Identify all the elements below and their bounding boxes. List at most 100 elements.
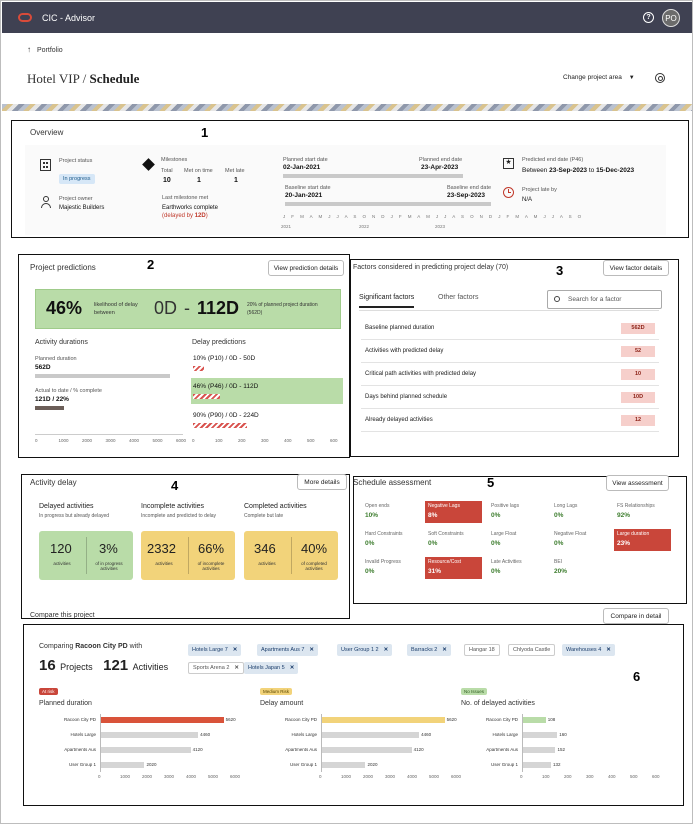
filter-chip[interactable]: Chlyoda Castle xyxy=(508,644,556,656)
more-details-button[interactable]: More details xyxy=(297,474,347,490)
completed-activities-card[interactable]: 346 activities 40% of completed activiti… xyxy=(244,531,338,580)
filter-chip[interactable]: Hotels Japan 5 ✕ xyxy=(244,662,299,674)
chart-bar xyxy=(100,732,199,738)
assessment-cell[interactable]: FS Relationships 92% xyxy=(614,501,671,523)
filter-chip[interactable]: Apartments Aus 7 ✕ xyxy=(257,644,319,656)
marker-1: 1 xyxy=(201,125,209,140)
assessment-cell[interactable]: Resource/Cost 31% xyxy=(425,557,482,579)
filter-chip[interactable]: Hangar 18 xyxy=(464,644,500,656)
decorative-banner xyxy=(2,104,692,111)
assessment-cell[interactable]: Late Activities 0% xyxy=(488,557,545,579)
person-icon xyxy=(41,196,51,208)
filter-chip[interactable]: User Group 1 2 ✕ xyxy=(337,644,393,656)
planned-duration-bar xyxy=(35,374,170,378)
timeline-months: J F M A M J J A S O N D J F M A M J J A … xyxy=(283,214,584,219)
close-icon[interactable]: ✕ xyxy=(233,647,238,653)
filter-chip[interactable]: Hotels Large 7 ✕ xyxy=(188,644,242,656)
breadcrumb-portfolio[interactable]: Portfolio xyxy=(37,47,63,54)
assessment-cell[interactable]: Hard Constraints 0% xyxy=(362,529,419,551)
help-icon[interactable]: ? xyxy=(643,12,654,23)
axis-tick-label: 100 xyxy=(215,438,223,443)
view-prediction-details-button[interactable]: View prediction details xyxy=(268,260,344,276)
factor-row: Critical path activities with predicted … xyxy=(361,364,659,386)
incomplete-pct: 66% xyxy=(198,541,225,556)
filter-chip[interactable]: Sports Arena 2 ✕ xyxy=(188,662,244,674)
project-owner-label: Project owner xyxy=(59,196,93,202)
chip-label: Chlyoda Castle xyxy=(513,647,551,653)
change-project-area-button[interactable]: Change project area ▼ xyxy=(563,74,635,81)
oracle-logo-icon[interactable] xyxy=(18,13,32,22)
delayed-pct: 3% xyxy=(99,541,118,556)
axis-tick-label: 3000 xyxy=(164,774,175,779)
axis-tick-label: 1000 xyxy=(341,774,352,779)
filter-chip[interactable]: Barracks 2 ✕ xyxy=(407,644,451,656)
assessment-value: 0% xyxy=(365,568,375,575)
assessment-name: Resource/Cost xyxy=(428,559,462,565)
chart-bar xyxy=(522,747,556,753)
axis-tick-label: 300 xyxy=(261,438,269,443)
axis-tick-label: 0 xyxy=(520,774,523,779)
chart-title: Planned duration xyxy=(39,700,92,707)
close-icon[interactable]: ✕ xyxy=(606,647,611,653)
assessment-cell[interactable]: Negative Float 0% xyxy=(551,529,608,551)
planned-duration: 562D xyxy=(35,364,51,371)
incomplete-activities-card[interactable]: 2332 activities 66% of incomplete activi… xyxy=(141,531,235,580)
gear-icon[interactable] xyxy=(655,73,665,83)
actual-label: Actual to date / % complete xyxy=(35,388,102,394)
assessment-cell[interactable]: Large duration 23% xyxy=(614,529,671,551)
bar-value: 4120 xyxy=(192,747,203,752)
baseline-start-label: Baseline start date xyxy=(285,185,331,191)
risk-badge: Medium Risk xyxy=(260,688,293,695)
delayed-count: 120 xyxy=(50,541,72,556)
baseline-timeline-bar xyxy=(285,202,491,206)
axis-tick-label: 4000 xyxy=(129,438,140,443)
close-icon[interactable]: ✕ xyxy=(290,665,295,671)
ms-ontime: 1 xyxy=(197,177,201,184)
change-area-label: Change project area xyxy=(563,74,622,81)
delayed-activities-card[interactable]: 120 activities 3% of in progress activit… xyxy=(39,531,133,580)
axis-tick-label: 300 xyxy=(586,774,594,779)
compare-title: Compare this project xyxy=(30,612,95,619)
close-icon[interactable]: ✕ xyxy=(309,647,314,653)
section-name: Schedule xyxy=(89,71,140,86)
close-icon[interactable]: ✕ xyxy=(384,647,389,653)
factor-search-input[interactable]: Search for a factor xyxy=(547,290,662,309)
range-sep: - xyxy=(184,298,190,318)
bar-label: Racoon City PD xyxy=(63,717,96,722)
tab-other-factors[interactable]: Other factors xyxy=(438,294,478,301)
assessment-cell[interactable]: Large Float 0% xyxy=(488,529,545,551)
axis-tick-label: 0 xyxy=(35,438,38,443)
assessment-cell[interactable]: Positive lags 0% xyxy=(488,501,545,523)
avatar[interactable]: PO xyxy=(662,9,680,27)
p90-bar xyxy=(193,423,247,428)
axis-tick-label: 5000 xyxy=(208,774,219,779)
chart-bar xyxy=(321,732,420,738)
close-icon[interactable]: ✕ xyxy=(442,647,447,653)
chart-axis-line xyxy=(100,714,101,772)
compare-in-detail-button[interactable]: Compare in detail xyxy=(603,608,669,624)
close-icon[interactable]: ✕ xyxy=(234,665,239,671)
view-factor-details-button[interactable]: View factor details xyxy=(603,260,669,276)
marker-2: 2 xyxy=(147,257,155,272)
top-bar: CIC - Advisor ? PO xyxy=(2,2,692,33)
tab-significant-factors[interactable]: Significant factors xyxy=(359,294,415,308)
chart-axis-line xyxy=(522,714,523,772)
p46-bar xyxy=(193,394,220,399)
assessment-cell[interactable]: Invalid Progress 0% xyxy=(362,557,419,579)
late-by-label: Project late by xyxy=(522,187,557,193)
assessment-cell[interactable]: Soft Constraints 0% xyxy=(425,529,482,551)
bar-label: Racoon City PD xyxy=(485,717,518,722)
status-badge-text: In progress xyxy=(59,174,95,184)
assessment-cell[interactable]: Long Lags 0% xyxy=(551,501,608,523)
filter-chip[interactable]: Warehouses 4 ✕ xyxy=(562,644,615,656)
app-title: CIC - Advisor xyxy=(42,12,96,23)
breadcrumb[interactable]: ↑ Portfolio xyxy=(27,45,63,54)
assessment-cell[interactable]: BEI 20% xyxy=(551,557,608,579)
factor-label: Days behind planned schedule xyxy=(365,394,448,400)
assessment-cell[interactable]: Negative Lags 8% xyxy=(425,501,482,523)
axis-tick-label: 1000 xyxy=(58,438,69,443)
assessment-cell[interactable]: Open ends 10% xyxy=(362,501,419,523)
chip-label: Hotels Large 7 xyxy=(192,647,228,653)
predicted-end-from: 23-Sep-2023 xyxy=(549,167,588,174)
view-assessment-button[interactable]: View assessment xyxy=(606,475,669,491)
